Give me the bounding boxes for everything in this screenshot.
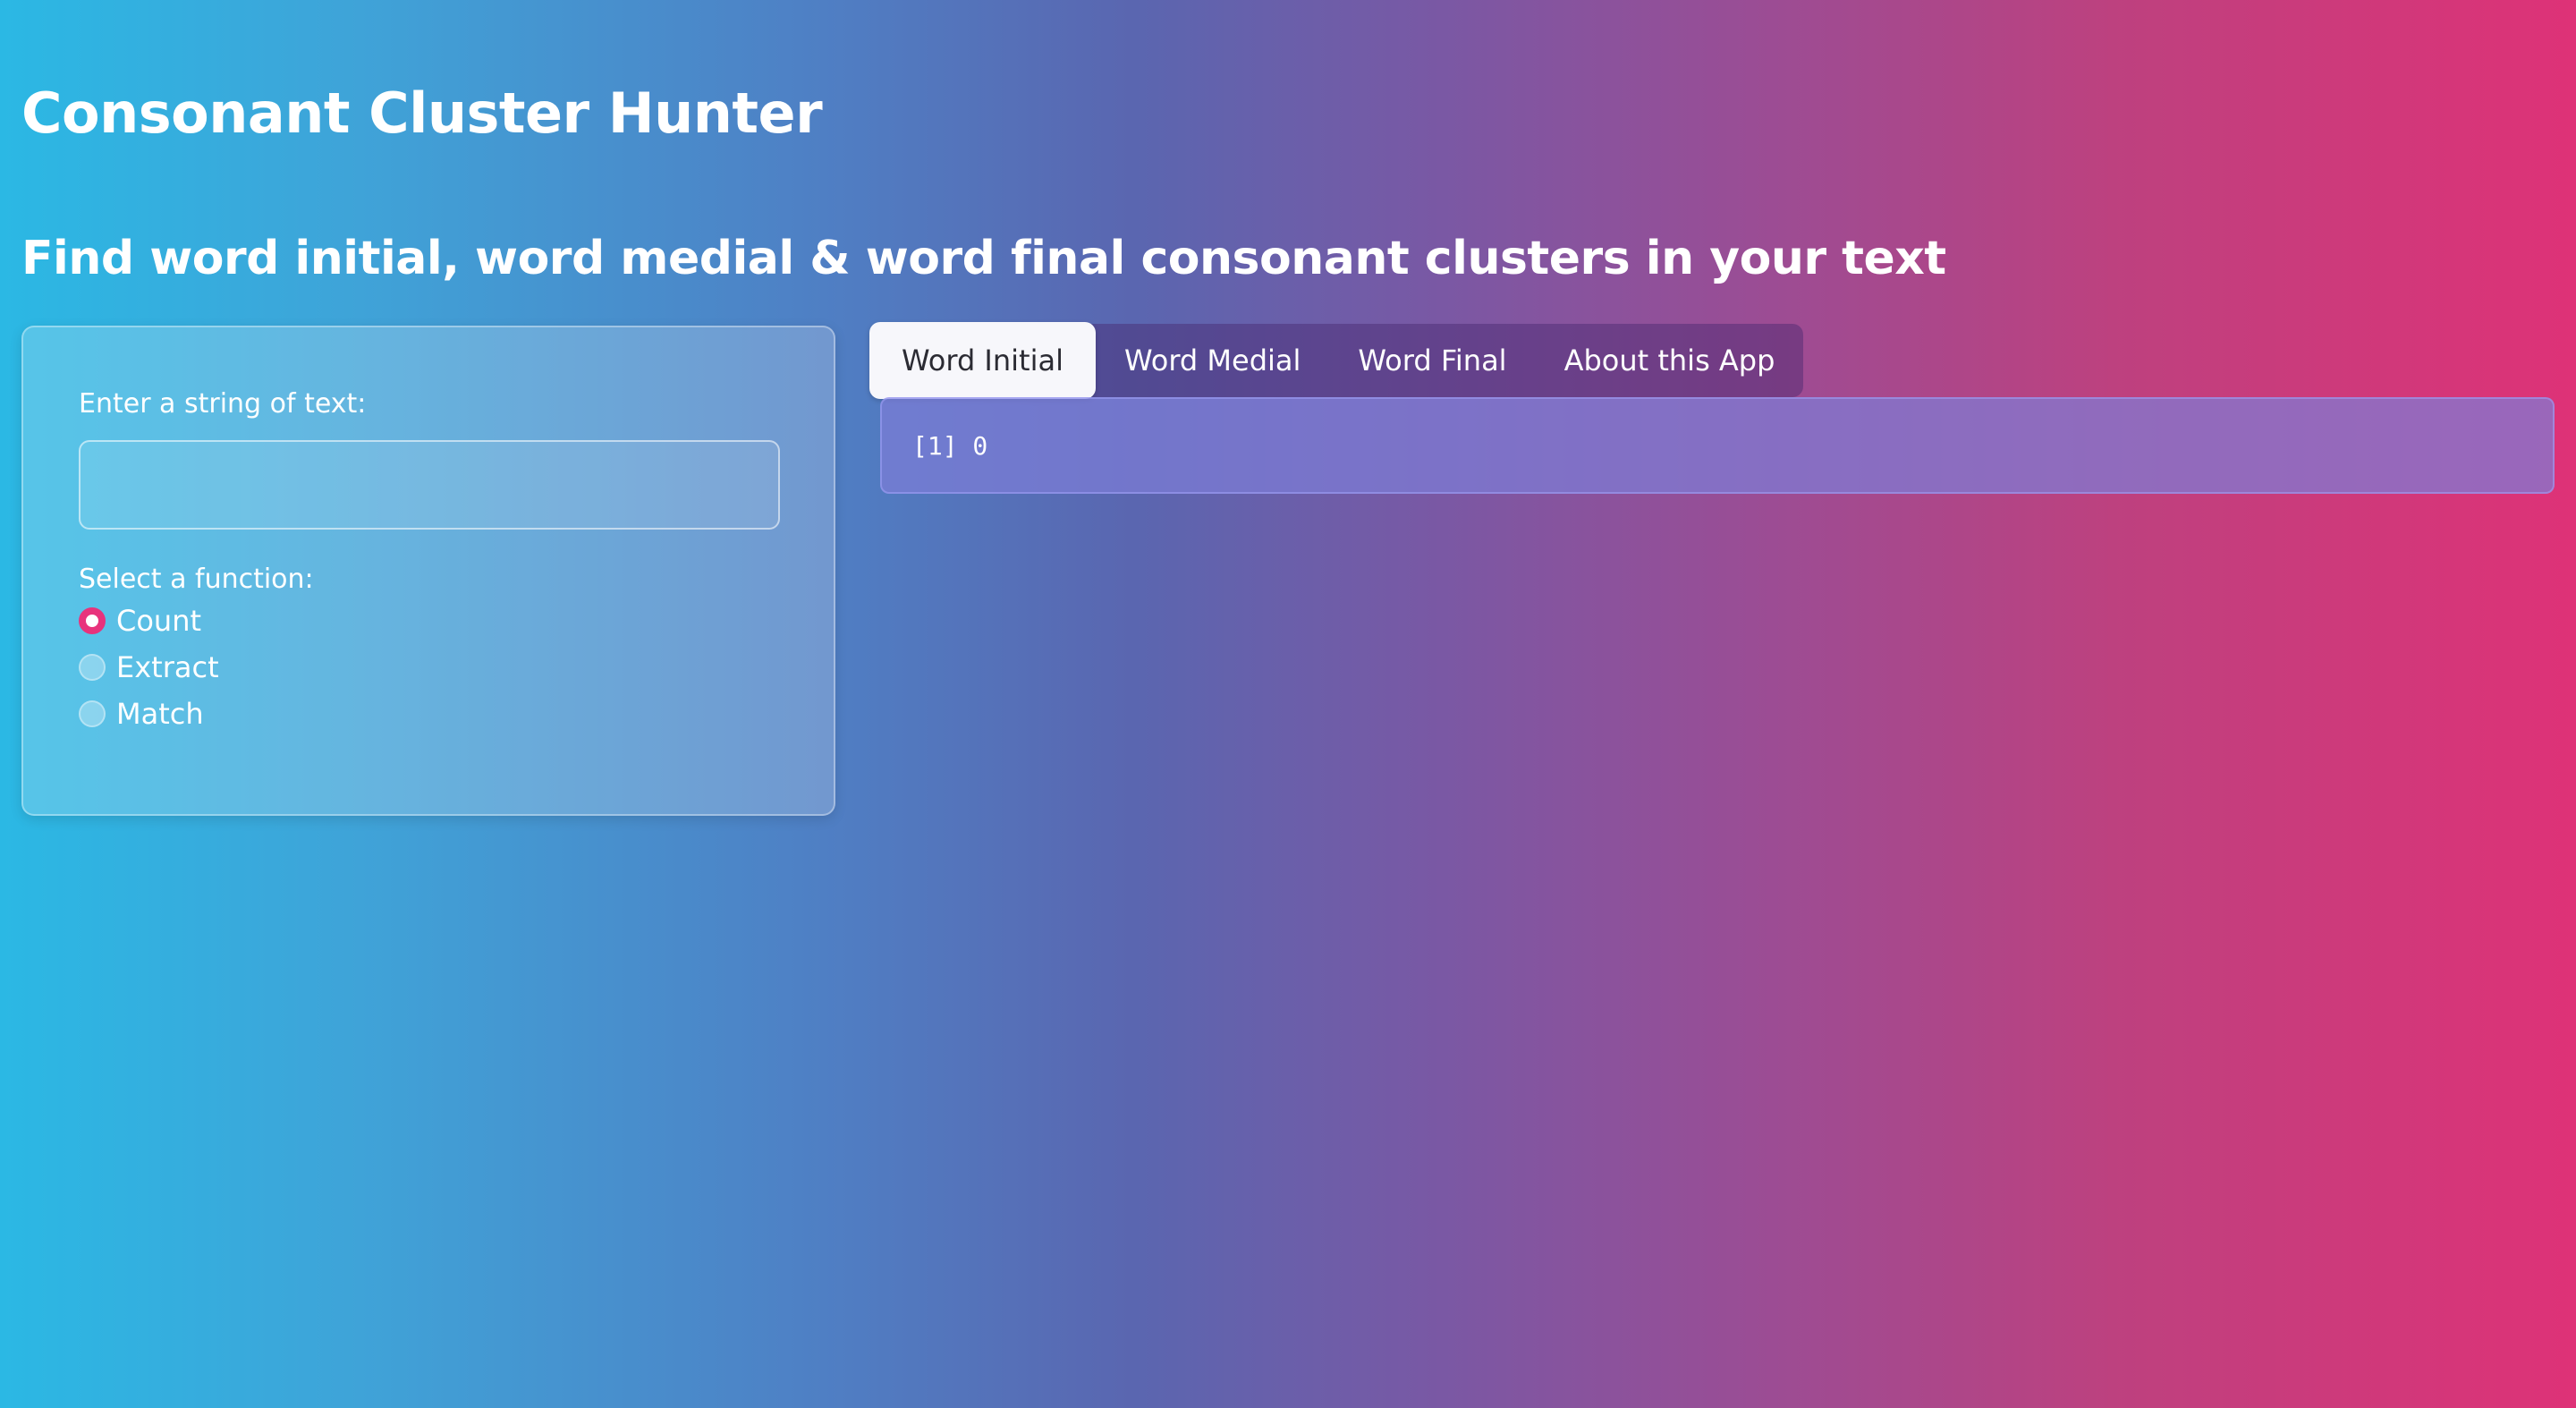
radio-option-extract[interactable]: Extract — [79, 649, 219, 685]
output-panel: [1] 0 — [880, 397, 2555, 494]
text-input-label: Enter a string of text: — [79, 388, 367, 420]
radio-label-extract: Extract — [116, 650, 219, 684]
radio-button-extract[interactable] — [79, 654, 106, 681]
tab-word-final[interactable]: Word Final — [1329, 324, 1535, 397]
text-input[interactable] — [79, 440, 780, 530]
tab-bar: Word Initial Word Medial Word Final Abou… — [869, 322, 1804, 399]
tab-word-medial[interactable]: Word Medial — [1096, 324, 1329, 397]
radio-label-match: Match — [116, 697, 204, 731]
radio-label-count: Count — [116, 604, 202, 638]
output-text: [1] 0 — [912, 430, 988, 461]
radio-option-match[interactable]: Match — [79, 696, 204, 732]
radio-option-count[interactable]: Count — [79, 603, 201, 639]
app-title: Consonant Cluster Hunter — [21, 81, 823, 146]
function-select-label: Select a function: — [79, 564, 314, 595]
tab-word-initial[interactable]: Word Initial — [869, 322, 1096, 399]
tab-about-this-app[interactable]: About this App — [1536, 324, 1804, 397]
radio-button-match[interactable] — [79, 700, 106, 727]
sidebar-panel: Enter a string of text: Select a functio… — [21, 326, 835, 816]
radio-button-count[interactable] — [79, 607, 106, 634]
app-subtitle: Find word initial, word medial & word fi… — [21, 232, 1946, 285]
